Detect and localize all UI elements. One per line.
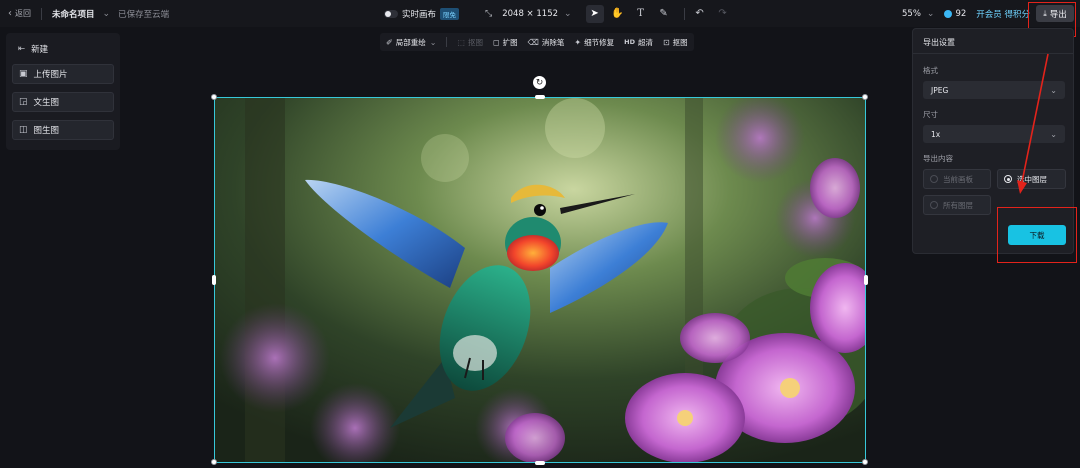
- tool-group: ➤ ✋ T ✎ ↶ ↷: [585, 4, 737, 23]
- top-bar-left: ‹ 返回 未命名项目 ⌄ 已保存至云端: [0, 0, 169, 27]
- panel-title: 导出设置: [923, 38, 955, 47]
- eraser-icon: ⌫: [527, 37, 539, 47]
- upload-image-label: 上传图片: [33, 70, 68, 80]
- redo-button[interactable]: ↷: [714, 5, 732, 23]
- option-all-layers[interactable]: 所有图层: [923, 195, 991, 215]
- annotation-arrow-icon: [1017, 53, 1049, 194]
- hand-tool[interactable]: ✋: [609, 5, 627, 23]
- credit-icon: [944, 9, 953, 18]
- image-to-image-label: 图生图: [33, 126, 60, 136]
- chevron-down-icon[interactable]: ⌄: [564, 9, 572, 19]
- project-title[interactable]: 未命名项目: [52, 8, 95, 20]
- canvas-size-icon: ⤡: [485, 8, 493, 19]
- cutout-label: 抠图: [467, 37, 483, 47]
- hd-tool[interactable]: HD 超清: [624, 37, 653, 48]
- top-bar-center: 实时画布 限免 ⤡ 2048 × 1152 ⌄ ➤ ✋ T ✎ ↶ ↷: [384, 0, 737, 27]
- resize-handle-bottom-left[interactable]: [211, 459, 217, 465]
- size-label: 尺寸: [923, 110, 938, 119]
- resize-handle-top-right[interactable]: [862, 94, 868, 100]
- text-tool[interactable]: T: [632, 5, 650, 23]
- brush-icon: ✐: [386, 37, 393, 47]
- text-to-image-button[interactable]: ◲ 文生图: [12, 92, 114, 112]
- expand-icon: ◻: [492, 37, 500, 47]
- option-label: 当前画板: [943, 174, 973, 184]
- free-badge: 限免: [440, 7, 460, 20]
- divider: [41, 7, 42, 20]
- hd-icon: HD: [624, 38, 635, 46]
- option-current-artboard[interactable]: 当前画板: [923, 169, 991, 189]
- text-to-image-label: 文生图: [33, 98, 60, 108]
- realtime-label: 实时画布: [402, 9, 437, 20]
- image-edit-toolbar: ✐ 局部重绘 ⌄ ⬚ 抠图 ◻ 扩图 ⌫ 消除笔 ✦ 细节修复 HD 超清 ⊡ …: [380, 33, 694, 51]
- repair-label: 细节修复: [584, 37, 615, 47]
- cutout-tool[interactable]: ⬚ 抠图: [457, 37, 483, 48]
- matting-tool[interactable]: ⊡ 抠图: [663, 37, 688, 48]
- pointer-icon: ➤: [590, 8, 599, 19]
- realtime-toggle[interactable]: [384, 9, 398, 18]
- top-bar: ‹ 返回 未命名项目 ⌄ 已保存至云端 实时画布 限免 ⤡ 2048 × 115…: [0, 0, 1080, 27]
- cutout-icon: ⬚: [457, 37, 465, 47]
- divider: [446, 37, 448, 47]
- hummingbird-image: [215, 98, 865, 462]
- image-to-image-icon: ◫: [19, 125, 28, 135]
- image-to-image-button[interactable]: ◫ 图生图: [12, 120, 114, 140]
- resize-handle-top[interactable]: [535, 95, 545, 99]
- size-value: 1x: [931, 129, 941, 139]
- redo-icon: ↷: [718, 8, 727, 19]
- format-label: 格式: [923, 66, 938, 75]
- rotate-handle[interactable]: ↻: [533, 76, 546, 89]
- radio-icon: [930, 201, 938, 209]
- repair-icon: ✦: [574, 37, 582, 47]
- text-icon: T: [637, 8, 644, 19]
- divider: [683, 7, 685, 20]
- back-button[interactable]: ‹ 返回: [8, 8, 31, 19]
- save-status: 已保存至云端: [118, 9, 170, 20]
- zoom-level[interactable]: 55%: [902, 9, 921, 19]
- new-icon: ⇤: [18, 44, 26, 54]
- chevron-down-icon: ⌄: [429, 37, 437, 47]
- upload-image-button[interactable]: ▣ 上传图片: [12, 64, 114, 84]
- canvas-image[interactable]: [214, 97, 866, 463]
- credit-count: 92: [955, 8, 967, 19]
- chevron-down-icon[interactable]: ⌄: [103, 9, 111, 19]
- expand-label: 扩图: [502, 37, 518, 47]
- hand-icon: ✋: [611, 8, 624, 19]
- resize-handle-bottom[interactable]: [535, 461, 545, 465]
- eraser-label: 消除笔: [541, 37, 565, 47]
- new-button[interactable]: ⇤ 新建: [12, 39, 114, 59]
- undo-icon: ↶: [695, 8, 704, 19]
- resize-handle-top-left[interactable]: [211, 94, 217, 100]
- select-tool[interactable]: ➤: [585, 4, 604, 23]
- repair-tool[interactable]: ✦ 细节修复: [574, 37, 614, 48]
- resize-handle-bottom-right[interactable]: [862, 459, 868, 465]
- canvas-size[interactable]: 2048 × 1152: [502, 9, 558, 19]
- format-value: JPEG: [931, 85, 949, 95]
- chevron-down-icon[interactable]: ⌄: [927, 9, 935, 19]
- left-panel: ⇤ 新建 ▣ 上传图片 ◲ 文生图 ◫ 图生图: [6, 33, 120, 150]
- resize-handle-left[interactable]: [212, 275, 216, 285]
- rotate-icon: ↻: [535, 77, 544, 88]
- eraser-tool[interactable]: ⌫ 消除笔: [528, 37, 565, 48]
- image-upload-icon: ▣: [19, 69, 28, 79]
- content-label: 导出内容: [923, 154, 953, 163]
- text-to-image-icon: ◲: [19, 97, 28, 107]
- resize-handle-right[interactable]: [864, 275, 868, 285]
- option-label: 所有图层: [943, 200, 973, 210]
- radio-icon: [930, 175, 938, 183]
- annotation-highlight-download: [997, 207, 1077, 263]
- matting-label: 抠图: [672, 37, 688, 47]
- pen-icon: ✎: [659, 8, 668, 19]
- chevron-left-icon: ‹: [8, 8, 12, 19]
- matting-icon: ⊡: [662, 37, 670, 47]
- inpaint-label: 局部重绘: [395, 37, 426, 47]
- hd-label: 超清: [637, 37, 653, 47]
- undo-button[interactable]: ↶: [691, 5, 709, 23]
- inpaint-tool[interactable]: ✐ 局部重绘 ⌄: [386, 37, 436, 48]
- back-label: 返回: [15, 9, 31, 18]
- new-label: 新建: [31, 45, 49, 55]
- expand-tool[interactable]: ◻ 扩图: [493, 37, 518, 48]
- top-bar-right: 55% ⌄ 92 开会员 得积分: [902, 0, 1030, 27]
- vip-link[interactable]: 开会员 得积分: [976, 8, 1030, 20]
- pen-tool[interactable]: ✎: [655, 5, 673, 23]
